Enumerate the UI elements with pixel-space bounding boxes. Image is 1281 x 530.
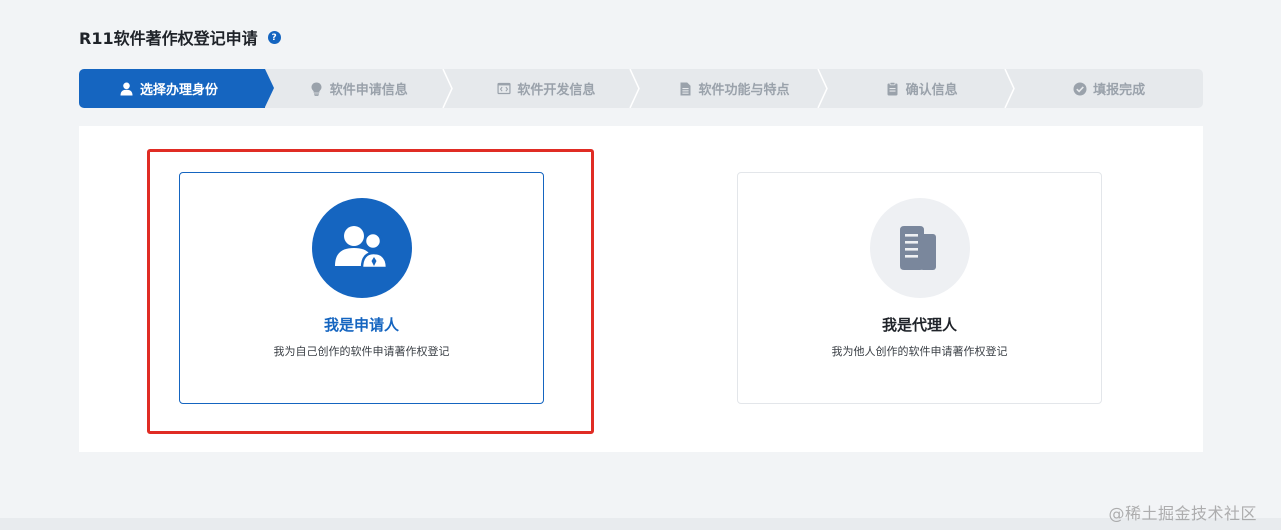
step-label: 选择办理身份 (139, 83, 218, 98)
step-separator (1004, 69, 1016, 108)
check-circle-icon (1073, 82, 1087, 96)
step-label: 软件申请信息 (329, 83, 408, 98)
step-separator (817, 69, 828, 108)
step-label: 确认信息 (905, 83, 958, 98)
agent-icon-circle (869, 198, 970, 298)
bottom-strip (0, 518, 1281, 530)
help-icon[interactable]: ? (267, 31, 281, 44)
document-icon (678, 82, 692, 96)
applicant-card-title: 我是申请人 (323, 316, 399, 334)
agent-card-description: 我为他人创作的软件申请著作权登记 (831, 345, 1008, 358)
step-label: 填报完成 (1093, 83, 1146, 98)
users-icon (334, 226, 388, 270)
user-icon (120, 82, 134, 96)
step-software-development-info[interactable]: 软件开发信息 (453, 69, 641, 108)
step-software-features[interactable]: 软件功能与特点 (640, 69, 828, 108)
agent-card[interactable]: 我是代理人 我为他人创作的软件申请著作权登记 (737, 172, 1102, 404)
code-window-icon (497, 82, 511, 96)
step-label: 软件功能与特点 (698, 83, 790, 98)
watermark: @稀土掘金技术社区 (1108, 504, 1257, 523)
lightbulb-icon (310, 82, 324, 96)
applicant-icon-circle (311, 198, 412, 298)
steps-bar: 选择办理身份 软件申请信息 软件开发信息 软件功能与特点 确认信息 填报完成 (79, 69, 1203, 108)
page-header: R11软件著作权登记申请 ? (79, 26, 281, 48)
step-separator (629, 69, 641, 108)
clipboard-icon (886, 81, 900, 96)
page-title: R11软件著作权登记申请 (79, 29, 258, 48)
applicant-card-description: 我为自己创作的软件申请著作权登记 (273, 345, 450, 358)
step-select-identity[interactable]: 选择办理身份 (79, 69, 274, 108)
documents-icon (899, 226, 936, 270)
identity-selection-panel: 我是申请人 我为自己创作的软件申请著作权登记 我是代理人 我为他人创作的软件申请… (79, 126, 1203, 452)
applicant-card[interactable]: 我是申请人 我为自己创作的软件申请著作权登记 (179, 172, 544, 404)
step-separator (441, 69, 453, 108)
step-complete[interactable]: 填报完成 (1015, 69, 1203, 108)
step-software-application-info[interactable]: 软件申请信息 (265, 69, 453, 108)
step-confirm-info[interactable]: 确认信息 (828, 69, 1016, 108)
step-label: 软件开发信息 (517, 83, 596, 98)
agent-card-title: 我是代理人 (881, 316, 957, 334)
